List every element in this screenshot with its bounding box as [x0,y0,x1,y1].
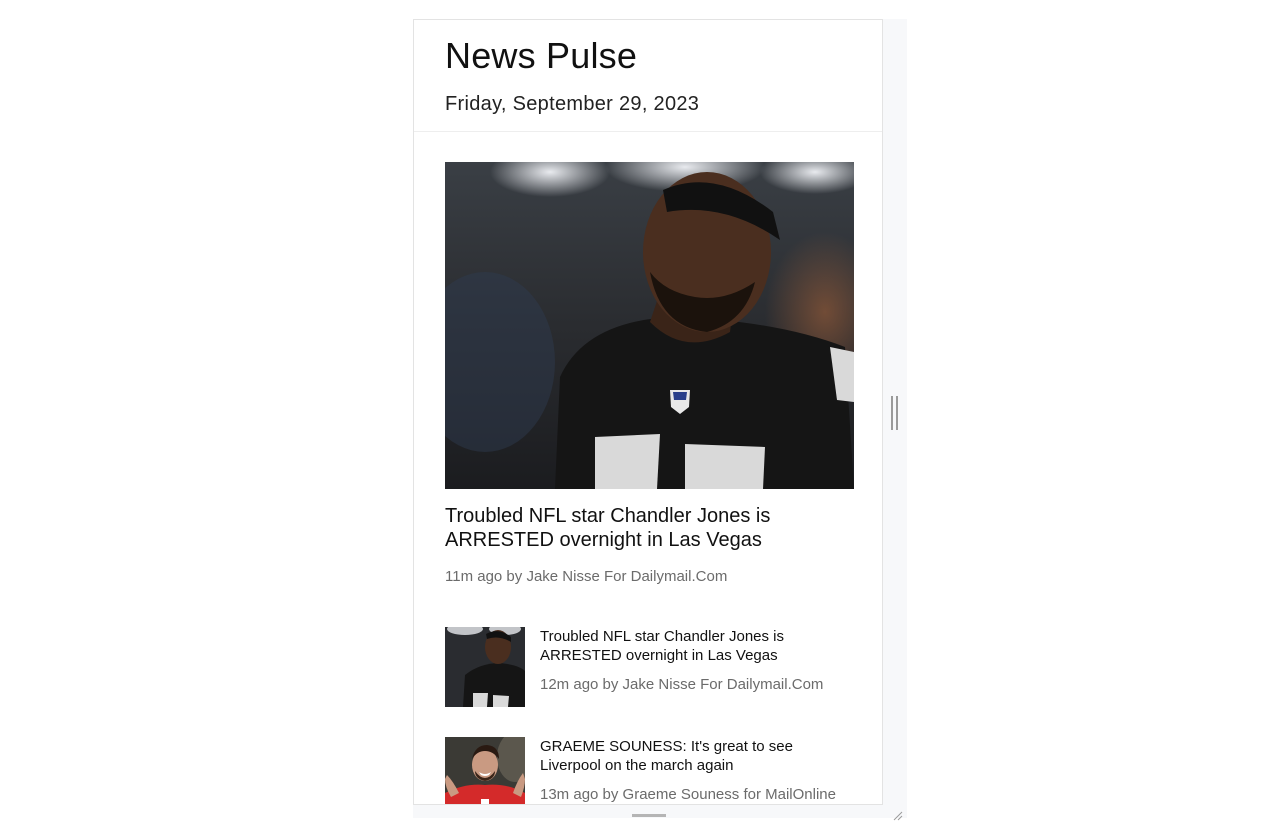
article-meta: 13m ago by Graeme Souness for MailOnline [540,786,836,803]
article-thumbnail [445,627,525,707]
app-title: News Pulse [445,35,638,76]
article-title: Troubled NFL star Chandler Jones is ARRE… [540,628,784,664]
app-frame: News Pulse Friday, September 29, 2023 Tr… [413,19,907,818]
app-header: News Pulse Friday, September 29, 2023 [414,20,882,132]
article-list-item[interactable]: Troubled NFL star Chandler Jones is ARRE… [445,627,875,707]
bottom-resize-handle[interactable] [632,814,666,817]
corner-resize-handle[interactable] [893,808,903,821]
article-meta: 12m ago by Jake Nisse For Dailymail.Com [540,676,824,693]
football-player-thumbnail-icon [445,627,525,707]
article-list-item[interactable]: GRAEME SOUNESS: It's great to see Liverp… [445,737,875,804]
news-app-panel: News Pulse Friday, September 29, 2023 Tr… [413,19,883,805]
article-thumbnail [445,737,525,804]
grip-line-icon [891,396,893,430]
featured-article-image[interactable] [445,162,854,489]
panel-resize-handle[interactable] [891,396,899,430]
soccer-player-thumbnail-icon [445,737,525,804]
current-date: Friday, September 29, 2023 [445,93,700,115]
resize-grip-icon [893,811,903,821]
football-player-photo-icon [445,162,854,489]
featured-article-title[interactable]: Troubled NFL star Chandler Jones is ARRE… [445,504,845,552]
grip-line-icon [896,396,898,430]
featured-article-meta: 11m ago by Jake Nisse For Dailymail.Com [445,568,728,585]
article-title: GRAEME SOUNESS: It's great to see Liverp… [540,738,793,774]
